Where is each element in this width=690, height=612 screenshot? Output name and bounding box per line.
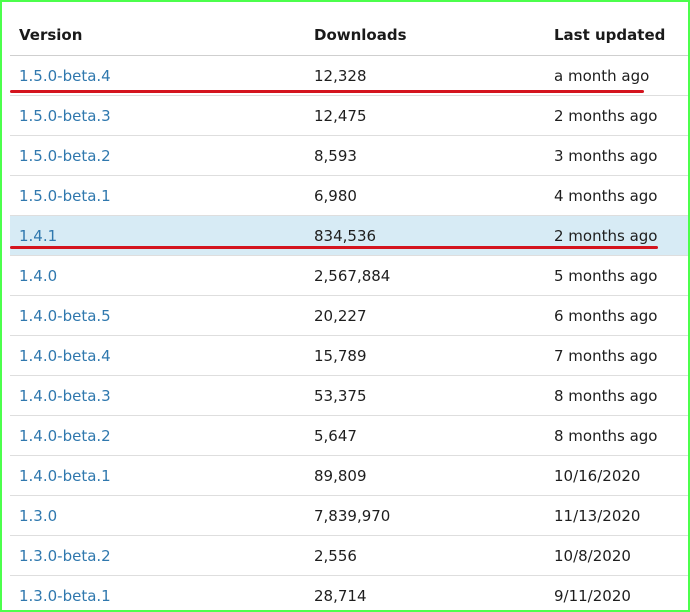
screenshot-frame: Version Downloads Last updated 1.5.0-bet… [0, 0, 690, 612]
table-row: 1.4.0-beta.1 89,809 10/16/2020 [10, 455, 688, 496]
downloads-cell: 8,593 [305, 135, 545, 176]
last-updated-cell: 2 months ago [545, 215, 688, 256]
table-row: 1.4.0-beta.4 15,789 7 months ago [10, 335, 688, 376]
last-updated-cell: 11/13/2020 [545, 495, 688, 536]
version-link[interactable]: 1.4.0-beta.2 [19, 427, 111, 445]
downloads-cell: 28,714 [305, 575, 545, 610]
downloads-cell: 89,809 [305, 455, 545, 496]
downloads-cell: 15,789 [305, 335, 545, 376]
table-row: 1.4.1 834,536 2 months ago [10, 215, 688, 256]
version-link[interactable]: 1.5.0-beta.3 [19, 107, 111, 125]
downloads-cell: 2,567,884 [305, 255, 545, 296]
version-cell: 1.5.0-beta.3 [10, 95, 305, 136]
last-updated-cell: 10/16/2020 [545, 455, 688, 496]
last-updated-cell: 9/11/2020 [545, 575, 688, 610]
table-row: 1.4.0-beta.5 20,227 6 months ago [10, 295, 688, 336]
table-row: 1.4.0-beta.2 5,647 8 months ago [10, 415, 688, 456]
table-row: 1.4.0 2,567,884 5 months ago [10, 255, 688, 296]
table-row: 1.5.0-beta.1 6,980 4 months ago [10, 175, 688, 216]
table-header-row: Version Downloads Last updated [10, 15, 688, 56]
downloads-cell: 12,475 [305, 95, 545, 136]
table-row: 1.3.0-beta.1 28,714 9/11/2020 [10, 575, 688, 610]
downloads-cell: 20,227 [305, 295, 545, 336]
downloads-cell: 53,375 [305, 375, 545, 416]
version-link[interactable]: 1.4.0-beta.1 [19, 467, 111, 485]
table-row: 1.5.0-beta.2 8,593 3 months ago [10, 135, 688, 176]
version-cell: 1.4.0-beta.5 [10, 295, 305, 336]
version-cell: 1.4.0-beta.3 [10, 375, 305, 416]
table-row: 1.4.0-beta.3 53,375 8 months ago [10, 375, 688, 416]
version-cell: 1.4.0 [10, 255, 305, 296]
annotation-underline-beta4 [10, 90, 644, 93]
version-link[interactable]: 1.3.0-beta.2 [19, 547, 111, 565]
version-cell: 1.3.0-beta.2 [10, 535, 305, 576]
version-history-table: Version Downloads Last updated 1.5.0-bet… [10, 15, 688, 610]
version-cell: 1.5.0-beta.1 [10, 175, 305, 216]
downloads-cell: 5,647 [305, 415, 545, 456]
last-updated-cell: 8 months ago [545, 415, 688, 456]
version-cell: 1.4.0-beta.4 [10, 335, 305, 376]
last-updated-cell: 3 months ago [545, 135, 688, 176]
downloads-cell: 834,536 [305, 215, 545, 256]
version-link[interactable]: 1.5.0-beta.1 [19, 187, 111, 205]
version-cell: 1.5.0-beta.2 [10, 135, 305, 176]
version-cell: 1.4.1 [10, 215, 305, 256]
column-header-downloads: Downloads [305, 15, 545, 56]
version-cell: 1.4.0-beta.1 [10, 455, 305, 496]
version-link[interactable]: 1.3.0 [19, 507, 57, 525]
version-link[interactable]: 1.3.0-beta.1 [19, 587, 111, 605]
downloads-cell: 2,556 [305, 535, 545, 576]
version-cell: 1.3.0-beta.1 [10, 575, 305, 610]
version-cell: 1.4.0-beta.2 [10, 415, 305, 456]
version-link[interactable]: 1.5.0-beta.2 [19, 147, 111, 165]
table-body: 1.5.0-beta.4 12,328 a month ago 1.5.0-beta.… [10, 55, 688, 610]
annotation-underline-141 [10, 246, 658, 249]
column-header-last-updated: Last updated [545, 15, 688, 56]
downloads-cell: 7,839,970 [305, 495, 545, 536]
table-row: 1.5.0-beta.3 12,475 2 months ago [10, 95, 688, 136]
version-link[interactable]: 1.4.1 [19, 227, 57, 245]
last-updated-cell: 2 months ago [545, 95, 688, 136]
version-link[interactable]: 1.5.0-beta.4 [19, 67, 111, 85]
last-updated-cell: 10/8/2020 [545, 535, 688, 576]
last-updated-cell: 6 months ago [545, 295, 688, 336]
last-updated-cell: 5 months ago [545, 255, 688, 296]
version-link[interactable]: 1.4.0-beta.5 [19, 307, 111, 325]
column-header-version: Version [10, 15, 305, 56]
downloads-cell: 6,980 [305, 175, 545, 216]
version-link[interactable]: 1.4.0-beta.4 [19, 347, 111, 365]
last-updated-cell: 8 months ago [545, 375, 688, 416]
version-link[interactable]: 1.4.0 [19, 267, 57, 285]
table-row: 1.3.0 7,839,970 11/13/2020 [10, 495, 688, 536]
table-row: 1.3.0-beta.2 2,556 10/8/2020 [10, 535, 688, 576]
last-updated-cell: 4 months ago [545, 175, 688, 216]
version-link[interactable]: 1.4.0-beta.3 [19, 387, 111, 405]
version-cell: 1.3.0 [10, 495, 305, 536]
last-updated-cell: 7 months ago [545, 335, 688, 376]
